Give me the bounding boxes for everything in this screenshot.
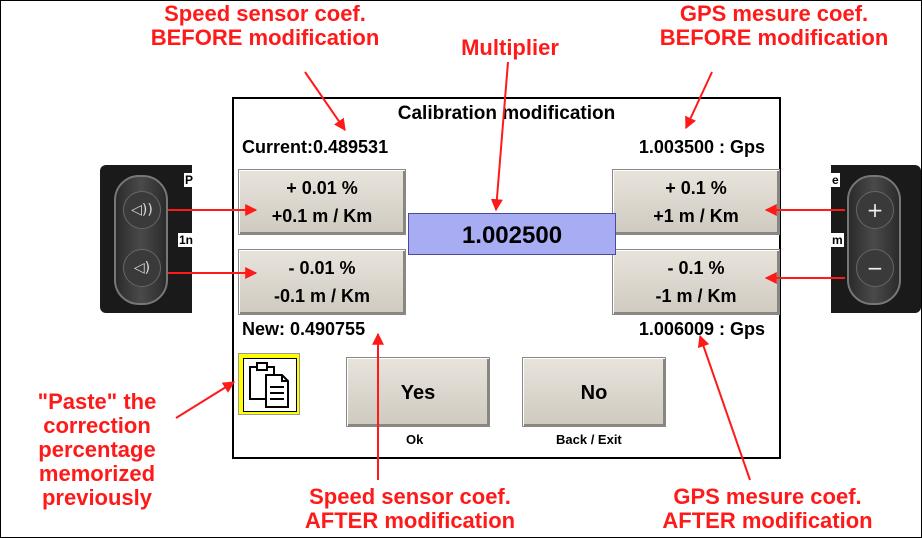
device-edge-text: m	[831, 233, 844, 247]
current-gps-coef: 1.003500 : Gps	[638, 137, 765, 157]
annotation-gps-after: GPS mesure coef. AFTER modification	[662, 484, 873, 533]
minus-icon[interactable]: −	[856, 249, 894, 287]
new-gps-coef: 1.006009 : Gps	[638, 319, 765, 339]
clipboard-icon	[243, 358, 297, 412]
yes-sublabel: Ok	[406, 432, 424, 447]
multiplier-display: 1.002500	[408, 213, 616, 255]
right-device: e m + −	[831, 165, 921, 313]
annotation-speed-before: Speed sensor coef. BEFORE modification	[150, 1, 380, 50]
annotation-speed-after: Speed sensor coef. AFTER modification	[304, 484, 516, 533]
annotation-multiplier: Multiplier	[461, 35, 559, 60]
paste-button[interactable]	[238, 353, 300, 415]
dialog-title: Calibration modification	[397, 103, 616, 124]
yes-button[interactable]: Yes	[346, 357, 490, 427]
new-speed-coef: New: 0.490755	[242, 319, 366, 339]
plus-icon[interactable]: +	[856, 191, 894, 229]
left-device: ◁)) ◁) P 1n	[100, 165, 195, 313]
no-button[interactable]: No	[522, 357, 666, 427]
volume-down-icon[interactable]: ◁)	[123, 249, 161, 287]
volume-rocker: ◁)) ◁)	[114, 175, 168, 305]
annotation-paste: "Paste" the correction percentage memorized…	[37, 389, 157, 510]
volume-up-icon[interactable]: ◁))	[123, 191, 161, 229]
device-edge-text: P	[184, 173, 195, 187]
device-edge-text: 1n	[178, 233, 195, 247]
plus-small-button[interactable]: + 0.01 % +0.1 m / Km	[238, 169, 406, 235]
minus-large-button[interactable]: - 0.1 % -1 m / Km	[612, 249, 780, 315]
no-sublabel: Back / Exit	[556, 432, 622, 447]
minus-small-button[interactable]: - 0.01 % -0.1 m / Km	[238, 249, 406, 315]
multiplier-value: 1.002500	[461, 222, 563, 249]
plus-minus-rocker: + −	[847, 175, 901, 305]
plus-large-button[interactable]: + 0.1 % +1 m / Km	[612, 169, 780, 235]
calibration-dialog: Calibration modification Current:0.48953…	[232, 97, 781, 459]
current-speed-coef: Current:0.489531	[242, 137, 389, 157]
device-edge-text: e	[831, 173, 840, 187]
annotation-gps-before: GPS mesure coef. BEFORE modification	[659, 1, 889, 50]
